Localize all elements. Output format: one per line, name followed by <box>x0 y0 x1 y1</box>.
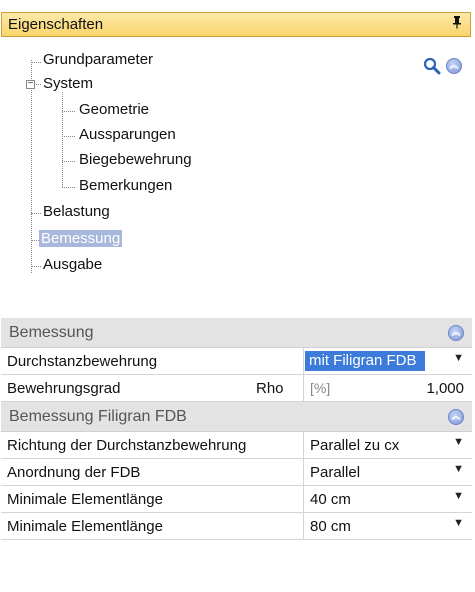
dropdown-arrow-icon[interactable]: ▼ <box>453 490 464 502</box>
property-row-durchstanzbewehrung: Durchstanzbewehrung mit Filigran FDB ▼ <box>1 348 472 375</box>
property-row-richtung: Richtung der Durchstanzbewehrung Paralle… <box>1 432 472 459</box>
property-symbol: Rho <box>256 380 284 397</box>
collapse-icon[interactable]: ︽ <box>446 58 462 74</box>
property-caption: Bewehrungsgrad <box>7 380 121 397</box>
anordnung-select[interactable]: Parallel <box>310 464 360 481</box>
tree-item-label: System <box>43 75 94 92</box>
search-icon[interactable] <box>423 57 441 75</box>
property-caption: Minimale Elementlänge <box>7 518 163 535</box>
tree-item-label: Ausgabe <box>43 256 103 273</box>
properties-header: Eigenschaften <box>1 12 471 37</box>
dropdown-arrow-icon[interactable]: ▼ <box>453 436 464 448</box>
collapse-section-icon[interactable]: ︽ <box>448 409 464 425</box>
section-filigran[interactable]: Bemessung Filigran FDB ︽ <box>1 402 472 432</box>
tree-item-belastung[interactable]: Belastung <box>43 202 110 222</box>
pin-icon[interactable] <box>452 15 462 32</box>
panel-title: Eigenschaften <box>8 16 104 33</box>
property-row-anordnung: Anordnung der FDB Parallel ▼ <box>1 459 472 486</box>
property-row-min-elementlaenge-1: Minimale Elementlänge 40 cm ▼ <box>1 486 472 513</box>
tree-item-grundparameter[interactable]: Grundparameter <box>43 50 153 70</box>
tree-item-label: Bemerkungen <box>79 177 173 194</box>
tree-item-bemerkungen[interactable]: Bemerkungen <box>79 176 172 196</box>
tree-item-label: Biegebewehrung <box>79 151 192 168</box>
property-row-min-elementlaenge-2: Minimale Elementlänge 80 cm ▼ <box>1 513 472 540</box>
dropdown-arrow-icon[interactable]: ▼ <box>453 463 464 475</box>
property-caption: Minimale Elementlänge <box>7 491 163 508</box>
section-title: Bemessung <box>9 324 94 341</box>
dropdown-arrow-icon[interactable]: ▼ <box>453 352 464 364</box>
section-title: Bemessung Filigran FDB <box>9 408 187 425</box>
collapse-tree-icon[interactable]: − <box>26 79 35 89</box>
bewehrungsgrad-input[interactable]: 1,000 <box>426 380 464 397</box>
tree-item-bemessung[interactable]: Bemessung <box>39 229 123 249</box>
tree-item-label: Belastung <box>43 203 110 220</box>
tree-item-label: Grundparameter <box>43 51 154 68</box>
tree-item-system[interactable]: System <box>43 74 93 94</box>
tree-item-aussparungen[interactable]: Aussparungen <box>79 125 176 145</box>
property-caption: Durchstanzbewehrung <box>7 353 158 370</box>
property-unit: [%] <box>310 380 331 396</box>
collapse-section-icon[interactable]: ︽ <box>448 325 464 341</box>
tree-item-label: Geometrie <box>79 101 150 118</box>
section-bemessung[interactable]: Bemessung ︽ <box>1 318 472 348</box>
property-caption: Anordnung der FDB <box>7 464 141 481</box>
dropdown-arrow-icon[interactable]: ▼ <box>453 517 464 529</box>
tree-item-label: Bemessung <box>39 230 123 247</box>
property-caption: Richtung der Durchstanzbewehrung <box>7 437 247 454</box>
tree-item-geometrie[interactable]: Geometrie <box>79 100 149 120</box>
min-elementlaenge-select-2[interactable]: 80 cm <box>310 518 351 535</box>
property-row-bewehrungsgrad: Bewehrungsgrad Rho [%] 1,000 <box>1 375 472 402</box>
durchstanz-select[interactable]: mit Filigran FDB <box>305 351 425 371</box>
tree-item-biegebewehrung[interactable]: Biegebewehrung <box>79 150 192 170</box>
tree-item-ausgabe[interactable]: Ausgabe <box>43 255 102 275</box>
richtung-select[interactable]: Parallel zu cx <box>310 437 399 454</box>
tree-item-label: Aussparungen <box>79 126 176 143</box>
min-elementlaenge-select-1[interactable]: 40 cm <box>310 491 351 508</box>
